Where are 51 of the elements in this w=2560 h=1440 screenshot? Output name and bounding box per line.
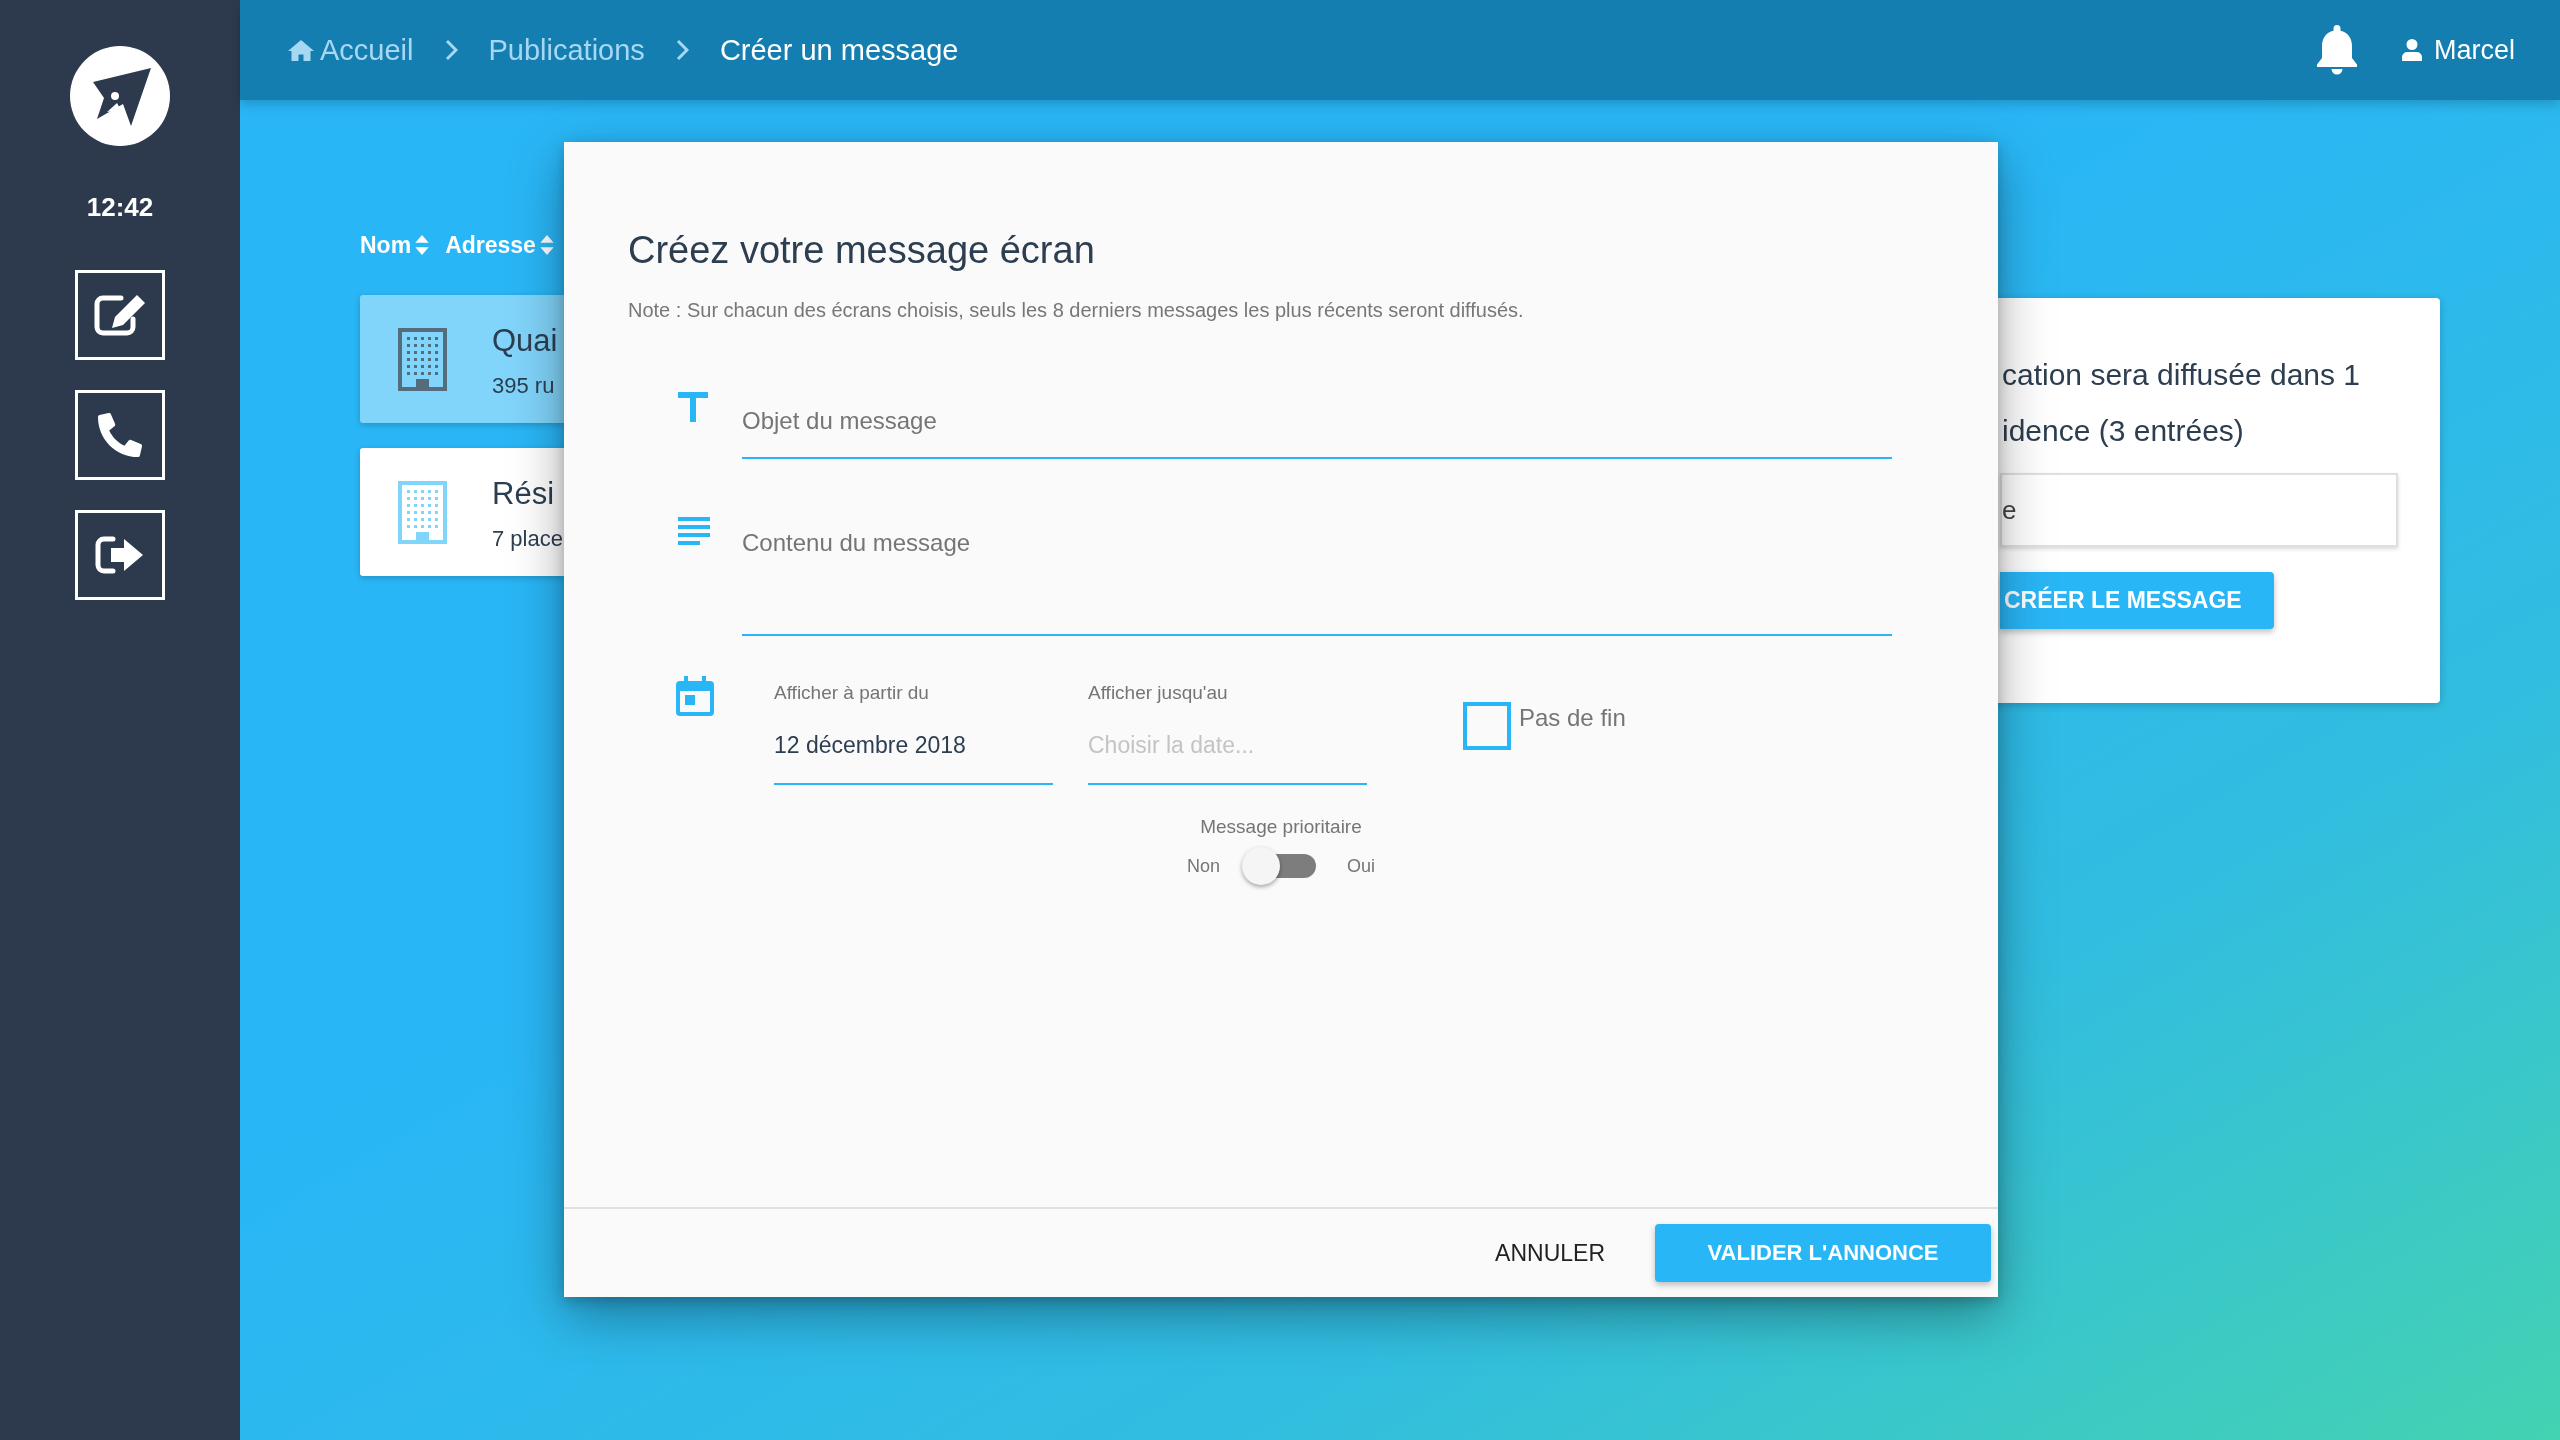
building-icon <box>398 327 447 391</box>
exit-arrow-icon <box>95 535 145 575</box>
sort-icon <box>539 235 554 255</box>
checkbox[interactable] <box>1463 702 1511 750</box>
checkbox-label: Pas de fin <box>1519 704 1626 732</box>
dialog-title: Créez votre message écran <box>628 228 1095 273</box>
building-icon <box>398 480 447 544</box>
breadcrumb-link[interactable]: Accueil <box>288 32 414 68</box>
phone-button[interactable] <box>75 390 165 480</box>
priority-toggle[interactable] <box>1242 847 1316 885</box>
toggle-off-label: Non <box>1186 855 1220 877</box>
logo-icon <box>70 46 170 146</box>
user-menu-button[interactable]: Marcel <box>2402 33 2515 67</box>
item-title: Rési <box>492 475 555 513</box>
clock-time: 12:42 <box>86 192 154 222</box>
edit-button[interactable] <box>75 270 165 360</box>
summary-text: idence (3 entrées) <box>2002 413 2244 449</box>
item-subtitle: 7 place <box>492 525 563 553</box>
field-label: Afficher à partir du <box>774 681 929 705</box>
subject-field[interactable]: Objet du message <box>742 395 1892 459</box>
field-label: Afficher jusqu'au <box>1088 681 1228 705</box>
pencil-square-icon <box>93 293 147 337</box>
breadcrumb-current: Créer un message <box>719 33 959 68</box>
residence-card[interactable]: Quai 395 ru <box>360 295 564 423</box>
item-subtitle: 395 ru <box>492 372 556 400</box>
sort-header[interactable]: Adresse <box>445 230 554 260</box>
note-text: Note : Sur chacun des écrans choisis, seuls les 8 derniers messages les plus récents seront diffusés. <box>628 298 1524 322</box>
letter-t-icon <box>678 392 708 422</box>
sort-icon <box>415 235 430 255</box>
chevron-icon <box>444 39 458 61</box>
cancel-button[interactable]: ANNULER <box>1471 1224 1629 1282</box>
content-field[interactable]: Contenu du message <box>742 517 1892 636</box>
text-lines-icon <box>678 517 710 545</box>
calendar-icon <box>676 676 714 716</box>
item-title: Quai <box>492 322 558 360</box>
start-date-field[interactable]: 12 décembre 2018 <box>774 719 1053 785</box>
logout-button[interactable] <box>75 510 165 600</box>
home-icon <box>288 39 314 61</box>
chevron-icon <box>675 39 689 61</box>
summary-text: cation sera diffusée dans 1 <box>2002 357 2361 393</box>
text-field[interactable]: e <box>2000 473 2398 547</box>
bell-icon[interactable] <box>2316 25 2358 75</box>
sort-header[interactable]: Nom <box>360 230 430 260</box>
submit-button[interactable]: VALIDER L'ANNONCE <box>1655 1224 1991 1282</box>
breadcrumb-link[interactable]: Publications <box>488 32 645 68</box>
phone-icon <box>98 413 142 457</box>
toggle-on-label: Oui <box>1347 855 1375 877</box>
user-icon <box>2402 39 2422 61</box>
residence-card[interactable]: Rési 7 place <box>360 448 564 576</box>
toggle-title: Message prioritaire <box>1200 815 1362 839</box>
create-message-button[interactable]: CRÉER LE MESSAGE <box>2000 572 2274 629</box>
